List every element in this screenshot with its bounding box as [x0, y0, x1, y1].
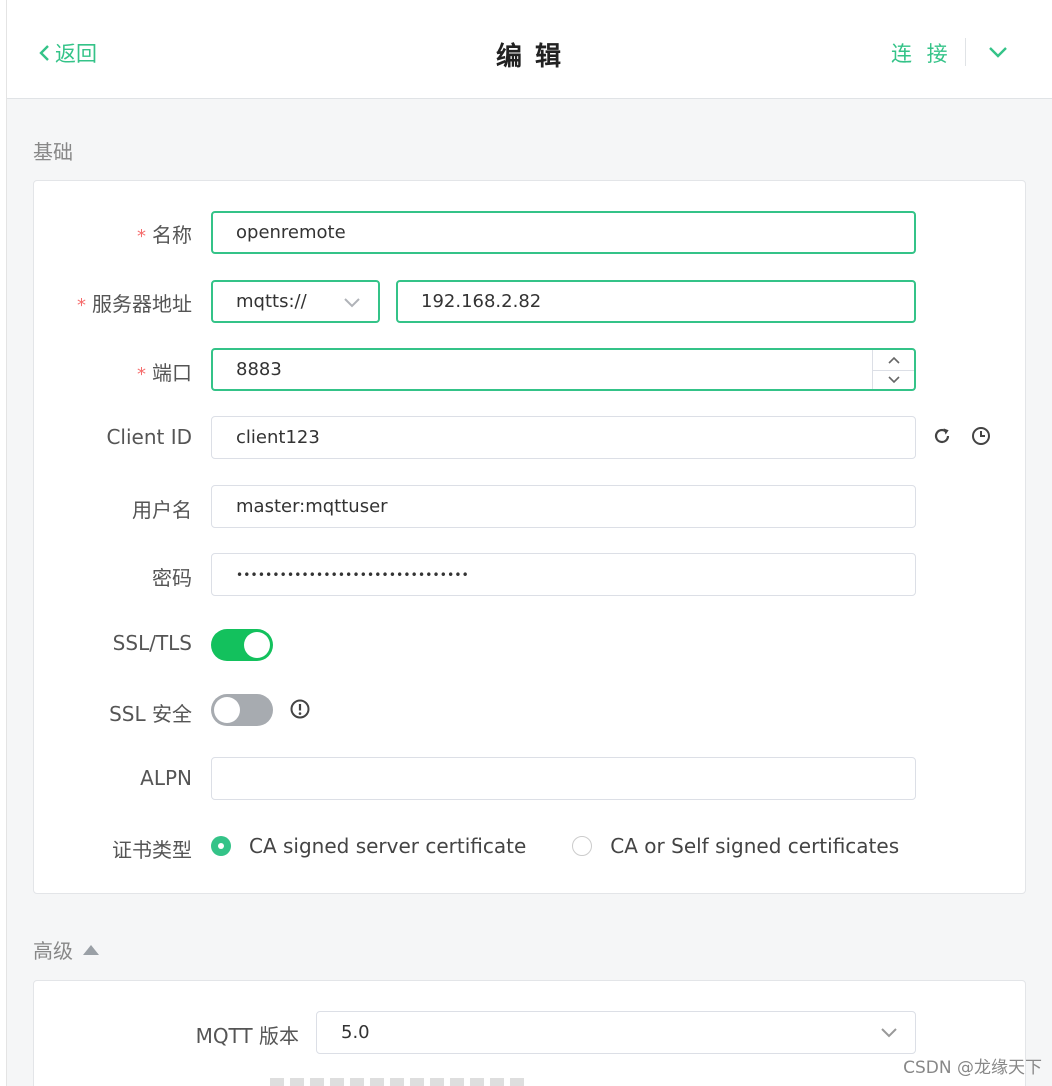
protocol-select-value: mqtts:// [236, 291, 307, 312]
cert-type-label: 证书类型 [112, 838, 192, 862]
required-marker: * [137, 364, 146, 385]
back-label: 返回 [55, 42, 97, 66]
name-input-value: openremote [236, 222, 346, 243]
section-title-basic-label: 基础 [33, 140, 73, 164]
decrement-button[interactable] [873, 369, 914, 390]
name-input[interactable]: openremote [211, 211, 916, 254]
client-id-input[interactable]: client123 [211, 416, 916, 459]
ssl-tls-toggle[interactable] [211, 629, 273, 661]
chevron-down-icon[interactable] [987, 42, 1009, 62]
toggle-knob [244, 632, 270, 658]
ssl-tls-label: SSL/TLS [112, 631, 192, 655]
port-label: * 端口 [137, 357, 192, 386]
info-icon[interactable] [289, 698, 311, 720]
connect-button[interactable]: 连 接 [891, 38, 952, 68]
port-label-text: 端口 [152, 361, 192, 385]
alpn-label: ALPN [140, 766, 192, 790]
cert-type-radio-group: CA signed server certificate CA or Self … [211, 834, 899, 858]
caret-up-icon [83, 944, 99, 955]
username-input[interactable]: master:mqttuser [211, 485, 916, 528]
password-input-value: •••••••••••••••••••••••••••••••• [236, 567, 469, 582]
clock-icon[interactable] [970, 425, 992, 447]
header-divider [965, 38, 966, 66]
required-marker: * [77, 295, 86, 316]
port-input[interactable]: 8883 [211, 348, 916, 391]
mqtt-version-value: 5.0 [341, 1022, 370, 1043]
host-input[interactable]: 192.168.2.82 [396, 280, 916, 323]
username-label: 用户名 [132, 498, 192, 522]
password-label: 密码 [152, 566, 192, 590]
chevron-down-icon [881, 1028, 897, 1038]
mqtt-version-select[interactable]: 5.0 [316, 1011, 916, 1054]
client-id-label: Client ID [106, 425, 192, 449]
host-label: * 服务器地址 [77, 288, 192, 317]
chevron-left-icon [39, 45, 49, 61]
page-edge [0, 0, 7, 1086]
radio-dot [211, 836, 231, 856]
port-stepper [872, 350, 914, 389]
name-label-text: 名称 [152, 223, 192, 247]
required-marker: * [137, 226, 146, 247]
radio-dot [572, 836, 593, 856]
radio-ca-signed-label: CA signed server certificate [249, 834, 527, 858]
radio-self-signed-label: CA or Self signed certificates [610, 834, 900, 858]
protocol-select[interactable]: mqtts:// [211, 280, 380, 323]
client-id-input-value: client123 [236, 427, 320, 448]
section-title-basic: 基础 [33, 136, 73, 165]
toggle-knob [214, 697, 240, 723]
alpn-input[interactable] [211, 757, 916, 800]
port-input-value: 8883 [236, 359, 282, 380]
increment-button[interactable] [873, 350, 914, 370]
watermark: CSDN @龙缘天下 [903, 1058, 1042, 1078]
ssl-secure-label: SSL 安全 [109, 702, 192, 726]
back-button[interactable]: 返回 [37, 38, 97, 68]
section-title-advanced[interactable]: 高级 [33, 935, 99, 964]
section-title-advanced-label: 高级 [33, 939, 73, 963]
username-input-value: master:mqttuser [236, 496, 388, 517]
host-label-text: 服务器地址 [92, 292, 192, 316]
chevron-down-icon [344, 298, 360, 308]
chevron-down-icon [887, 376, 900, 383]
ssl-secure-toggle[interactable] [211, 694, 273, 726]
top-bar: 返回 编 辑 连 接 [7, 0, 1052, 99]
mqtt-version-label: MQTT 版本 [195, 1024, 299, 1048]
radio-self-signed[interactable]: CA or Self signed certificates [572, 834, 899, 858]
refresh-icon[interactable] [931, 425, 953, 447]
radio-ca-signed[interactable]: CA signed server certificate [211, 834, 526, 858]
password-input[interactable]: •••••••••••••••••••••••••••••••• [211, 553, 916, 596]
name-label: * 名称 [137, 219, 192, 248]
host-input-value: 192.168.2.82 [421, 291, 542, 312]
clipped-next-row [270, 1078, 530, 1086]
chevron-up-icon [887, 356, 900, 364]
